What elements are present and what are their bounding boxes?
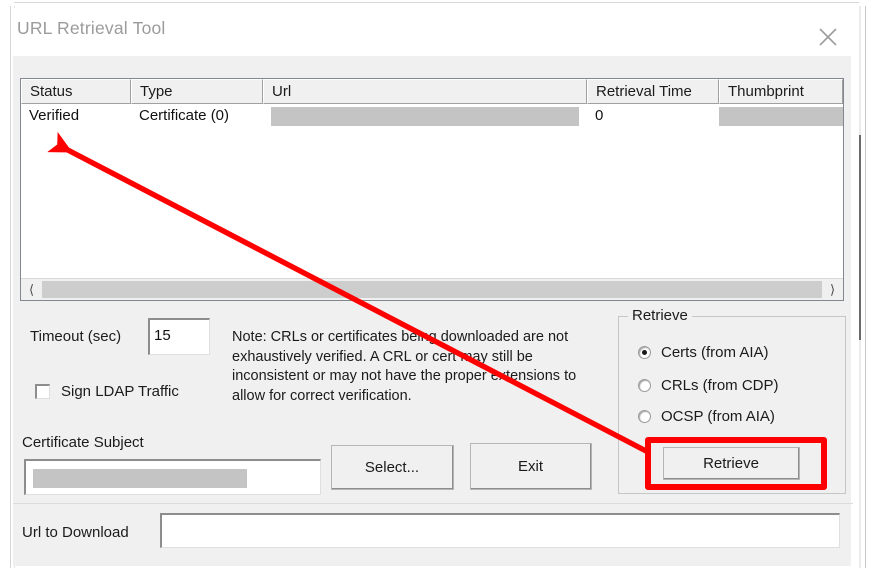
select-button[interactable]: Select... [331,445,454,490]
listview-rows: Verified Certificate (0) 0 [21,104,843,278]
listview-header-row: Status Type Url Retrieval Time Thumbprin… [21,79,843,104]
cell-status: Verified [29,107,80,124]
radio-ocsp-from-aia[interactable]: OCSP (from AIA) [638,408,775,425]
column-header-thumbprint[interactable]: Thumbprint [719,79,843,104]
radio-indicator[interactable] [638,410,651,423]
radio-certs-from-aia[interactable]: Certs (from AIA) [638,344,769,361]
column-header-status[interactable]: Status [21,79,131,104]
table-row[interactable]: Verified Certificate (0) 0 [21,104,843,127]
column-header-type[interactable]: Type [131,79,263,104]
radio-indicator[interactable] [638,379,651,392]
sign-ldap-traffic-label: Sign LDAP Traffic [61,383,179,400]
redaction-block-url [271,107,579,126]
app-window: · ·· ··· URL Retrieval Tool Status Type … [0,0,873,568]
radio-label-crls: CRLs (from CDP) [661,377,779,394]
results-listview[interactable]: Status Type Url Retrieval Time Thumbprin… [20,78,844,301]
listview-horizontal-scrollbar[interactable]: ⟨ ⟩ [21,278,843,300]
title-bar: URL Retrieval Tool [11,8,865,56]
scrollbar-thumb[interactable] [42,281,822,298]
checkbox-box[interactable] [35,384,50,399]
note-text: Note: CRLs or certificates being downloa… [232,329,577,404]
url-to-download-label: Url to Download [22,524,129,541]
window-title: URL Retrieval Tool [17,18,166,38]
timeout-label: Timeout (sec) [30,328,122,345]
chevron-right-icon[interactable]: ⟩ [822,279,843,300]
certificate-subject-input[interactable] [24,459,321,495]
cell-retrieval-time: 0 [595,107,604,124]
certificate-subject-label: Certificate Subject [22,434,144,451]
retrieve-group-title: Retrieve [628,307,692,324]
column-header-url[interactable]: Url [263,79,587,104]
radio-label-ocsp: OCSP (from AIA) [661,408,775,425]
sign-ldap-traffic-checkbox[interactable]: Sign LDAP Traffic [35,383,179,400]
url-to-download-input[interactable] [160,513,840,548]
window-top-divider [14,2,859,3]
close-icon[interactable] [813,22,843,52]
retrieve-button[interactable]: Retrieve [663,447,800,480]
timeout-input[interactable]: 15 [148,318,210,355]
background-text-fragment: · ·· ··· [150,0,196,5]
exit-button[interactable]: Exit [470,443,592,490]
bottom-divider [13,503,853,504]
cell-thumbprint [719,105,843,126]
chevron-left-icon[interactable]: ⟨ [21,279,42,300]
cell-type: Certificate (0) [139,107,230,124]
redaction-block-thumbprint [719,107,843,126]
scrollbar-track[interactable] [42,279,822,300]
radio-indicator[interactable] [638,346,651,359]
column-header-retrieval-time[interactable]: Retrieval Time [587,79,719,104]
radio-crls-from-cdp[interactable]: CRLs (from CDP) [638,377,779,394]
radio-label-certs: Certs (from AIA) [661,344,769,361]
cell-url [263,105,587,126]
redaction-block-subject [33,469,247,488]
window-scrollbar-thumb[interactable] [859,135,861,340]
